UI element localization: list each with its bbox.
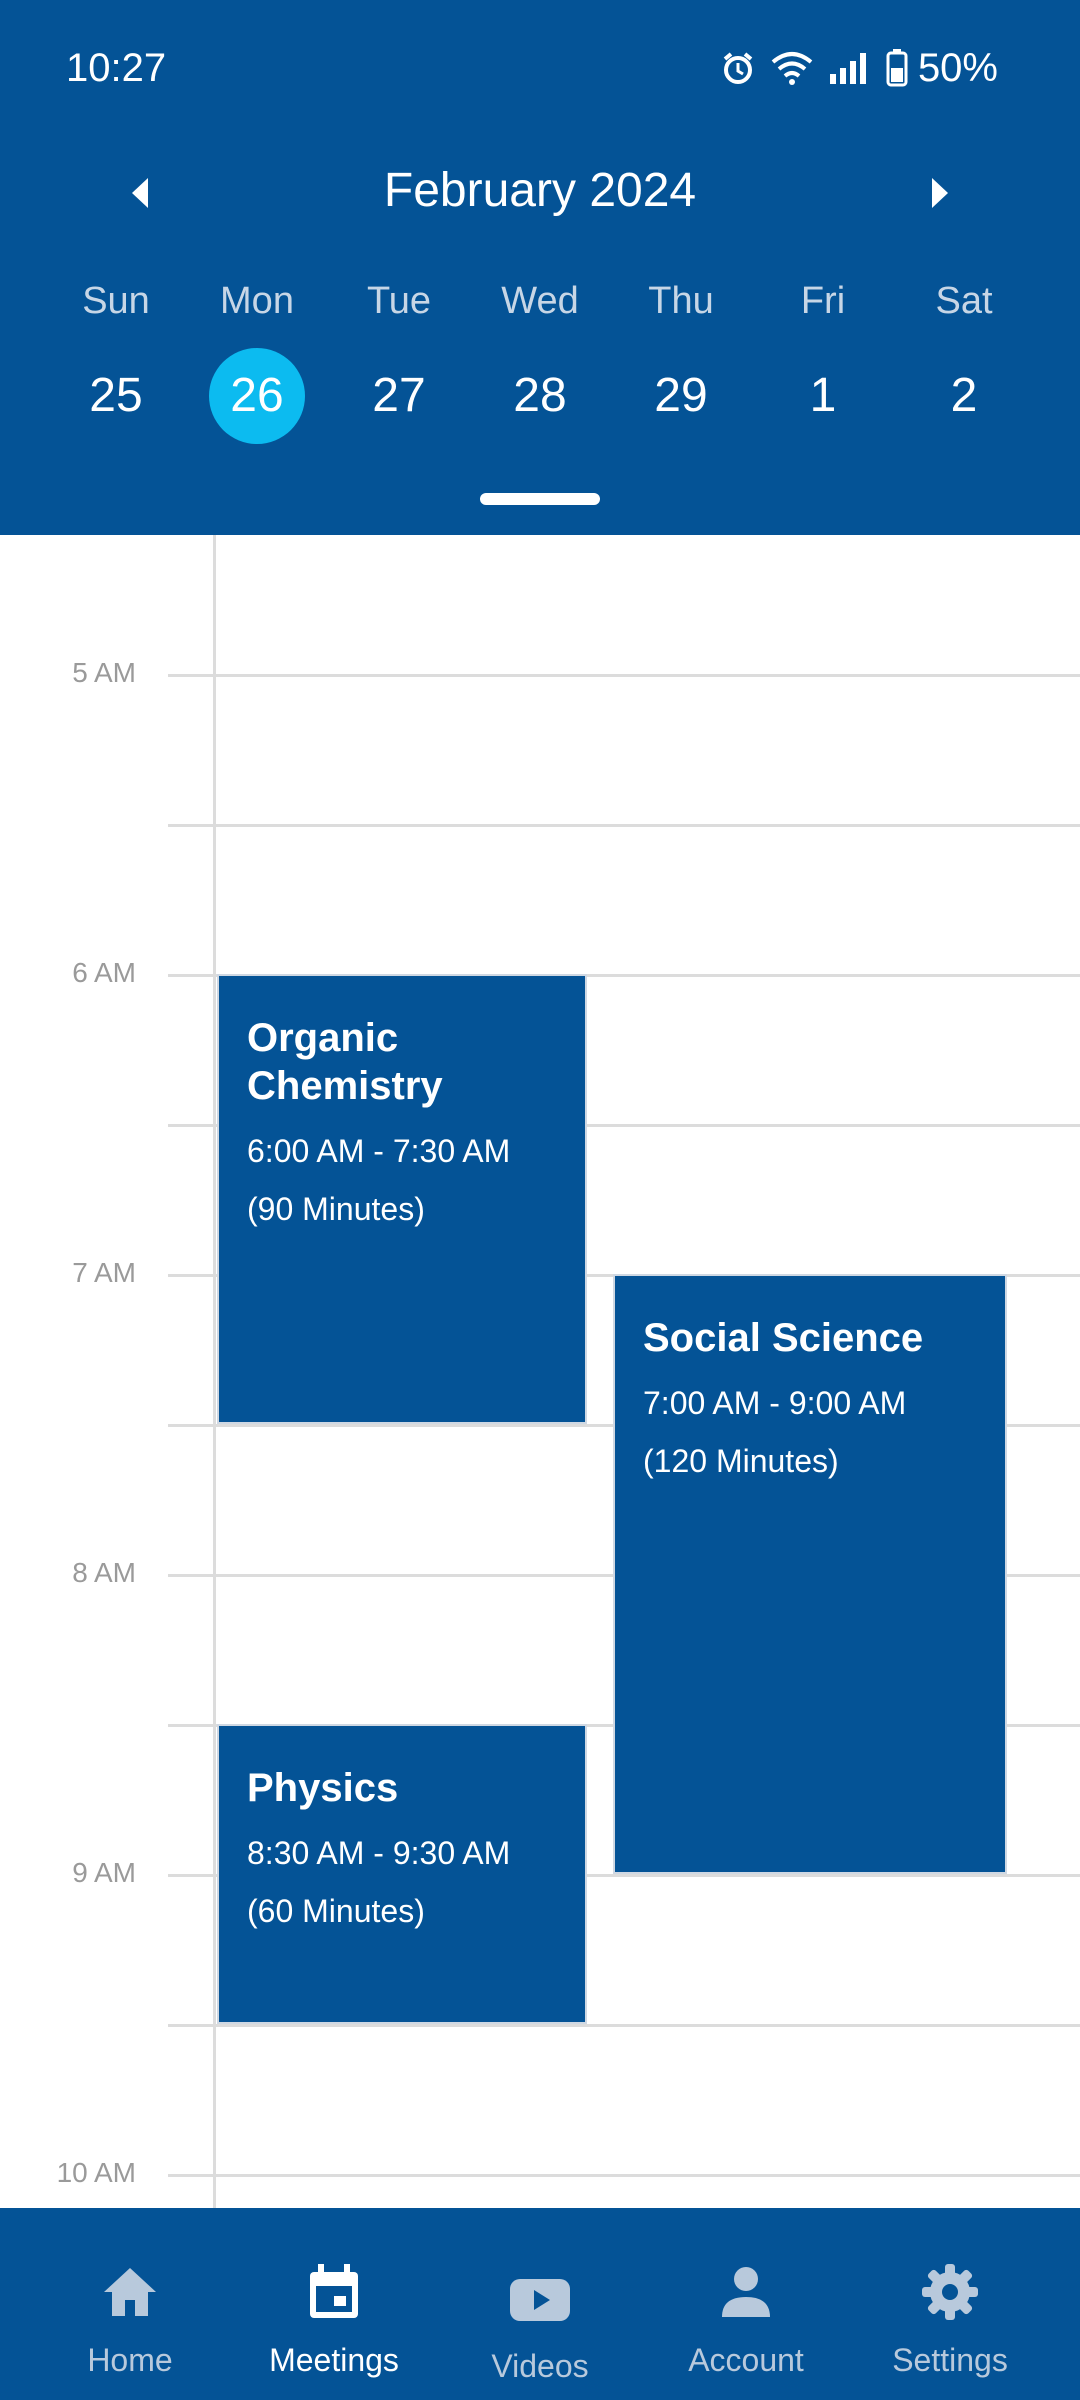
date-number: 27 (372, 369, 426, 422)
calendar-icon (226, 2256, 442, 2328)
nav-label: Home (87, 2342, 173, 2378)
status-time: 10:27 (66, 46, 167, 90)
date-cell[interactable]: 29 (611, 348, 751, 444)
nav-label: Meetings (269, 2342, 399, 2378)
home-icon (22, 2256, 238, 2328)
nav-meetings[interactable]: Meetings (226, 2208, 442, 2400)
nav-label: Settings (892, 2342, 1008, 2378)
date-cell[interactable]: 27 (329, 348, 469, 444)
hour-line (168, 2174, 1080, 2177)
date-number: 2 (950, 369, 978, 422)
date-number: 29 (654, 369, 708, 422)
event-time: 7:00 AM - 9:00 AM (643, 1385, 907, 1421)
event-duration: (90 Minutes) (247, 1191, 425, 1227)
event-card[interactable]: Physics 8:30 AM - 9:30 AM (60 Minutes) (217, 1724, 587, 2024)
signal-icon (828, 50, 872, 86)
hour-label: 10 AM (56, 2157, 136, 2188)
event-title: Organic Chemistry (247, 1016, 443, 1108)
weekday-label: Wed (501, 280, 579, 322)
hour-label: 9 AM (72, 1857, 136, 1888)
date-cell[interactable]: 25 (46, 348, 186, 444)
battery-icon (886, 49, 908, 87)
event-duration: (60 Minutes) (247, 1893, 425, 1929)
account-icon (638, 2256, 854, 2328)
weekday-label: Sat (935, 280, 993, 322)
hour-label: 5 AM (72, 657, 136, 688)
event-title: Social Science (643, 1316, 924, 1360)
half-hour-line (168, 824, 1080, 827)
nav-label: Videos (491, 2348, 589, 2384)
event-card[interactable]: Organic Chemistry 6:00 AM - 7:30 AM (90 … (217, 974, 587, 1424)
date-number: 26 (230, 369, 284, 422)
nav-settings[interactable]: Settings (842, 2208, 1058, 2400)
weekday-label: Fri (800, 280, 846, 322)
event-card[interactable]: Social Science 7:00 AM - 9:00 AM (120 Mi… (613, 1274, 1007, 1874)
event-duration: (120 Minutes) (643, 1443, 839, 1479)
weekday-label: Mon (220, 280, 294, 322)
nav-home[interactable]: Home (22, 2208, 238, 2400)
bottom-navigation: Home Meetings Videos Account Settings (0, 2208, 1080, 2400)
day-timeline[interactable]: 5 AM 6 AM 7 AM 8 AM 9 AM 10 AM Organic C… (0, 535, 1080, 2208)
event-time: 8:30 AM - 9:30 AM (247, 1835, 511, 1871)
battery-percentage: 50% (917, 45, 998, 90)
wifi-icon (770, 50, 814, 86)
nav-account[interactable]: Account (638, 2208, 854, 2400)
drag-handle[interactable] (480, 493, 600, 505)
date-cell[interactable]: 1 (753, 348, 893, 444)
date-number: 28 (513, 369, 567, 422)
weekday-label: Sun (82, 280, 150, 322)
event-title: Physics (247, 1766, 399, 1810)
weekday-label: Tue (366, 280, 432, 322)
hour-label: 7 AM (72, 1257, 136, 1288)
hour-label: 8 AM (72, 1557, 136, 1588)
nav-videos[interactable]: Videos (432, 2208, 648, 2400)
date-number: 1 (809, 369, 837, 422)
hour-line (168, 674, 1080, 677)
status-icons: 50% (720, 44, 998, 92)
weekday-row: Sun Mon Tue Wed Thu Fri Sat (0, 280, 1080, 350)
date-row: 25 26 27 28 29 1 2 (0, 348, 1080, 444)
nav-label: Account (688, 2342, 804, 2378)
date-cell[interactable]: 28 (470, 348, 610, 444)
weekday-label: Thu (648, 280, 714, 322)
calendar-header: 10:27 50% February 2024 Sun Mon Tue Wed … (0, 0, 1080, 535)
time-column-divider (213, 535, 216, 2208)
date-cell[interactable]: 2 (894, 348, 1034, 444)
chevron-right-icon (932, 178, 948, 208)
date-number: 25 (89, 369, 143, 422)
video-icon (432, 2264, 648, 2336)
event-time: 6:00 AM - 7:30 AM (247, 1133, 511, 1169)
settings-icon (842, 2256, 1058, 2328)
alarm-icon (720, 50, 756, 86)
half-hour-line (168, 2024, 1080, 2027)
next-month-button[interactable] (910, 163, 970, 223)
hour-label: 6 AM (72, 957, 136, 988)
date-cell-selected[interactable]: 26 (187, 348, 327, 444)
month-navigation: February 2024 (0, 155, 1080, 225)
